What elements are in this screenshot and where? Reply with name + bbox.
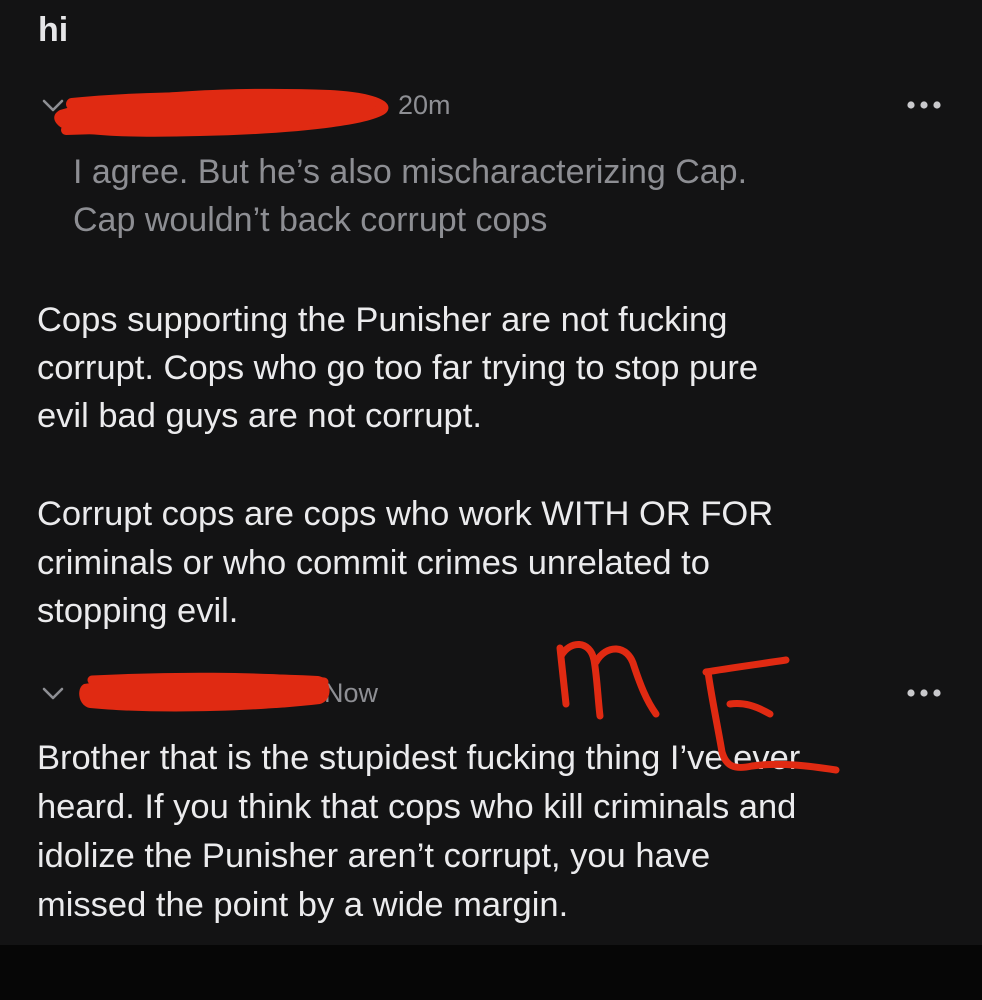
previous-post-title[interactable]: hi	[38, 8, 68, 52]
chevron-down-icon[interactable]	[40, 92, 66, 118]
body-line: corrupt. Cops who go too far trying to s…	[37, 349, 759, 387]
comment-1-time: 20m	[398, 90, 451, 120]
body-line: heard. If you think that cops who kill c…	[37, 788, 797, 826]
body-line: Brother that is the stupidest fucking th…	[37, 739, 801, 777]
comment-2-time: Now	[324, 678, 379, 708]
chevron-down-icon[interactable]	[40, 680, 66, 706]
more-horizontal-icon[interactable]	[904, 683, 944, 703]
more-horizontal-icon[interactable]	[904, 95, 944, 115]
body-line: criminals or who commit crimes unrelated…	[37, 544, 710, 582]
body-line: stopping evil.	[37, 592, 239, 630]
body-line: Cops supporting the Punisher are not fuc…	[37, 301, 728, 339]
body-line: missed the point by a wide margin.	[37, 886, 569, 924]
body-line: evil bad guys are not corrupt.	[37, 397, 482, 435]
annotation-text: ME	[0, 0, 1, 1]
quote-line: I agree. But he’s also mischaracterizing…	[73, 153, 748, 191]
screen: hi 20m I agree. But he’s also mischaract…	[0, 0, 982, 945]
quote-line: Cap wouldn’t back corrupt cops	[73, 201, 548, 239]
username-redaction-1	[54, 88, 389, 137]
bottom-bar	[0, 945, 982, 1000]
body-line: idolize the Punisher aren’t corrupt, you…	[37, 837, 711, 875]
body-line: Corrupt cops are cops who work WITH OR F…	[37, 495, 774, 533]
username-redaction-2	[79, 672, 330, 712]
